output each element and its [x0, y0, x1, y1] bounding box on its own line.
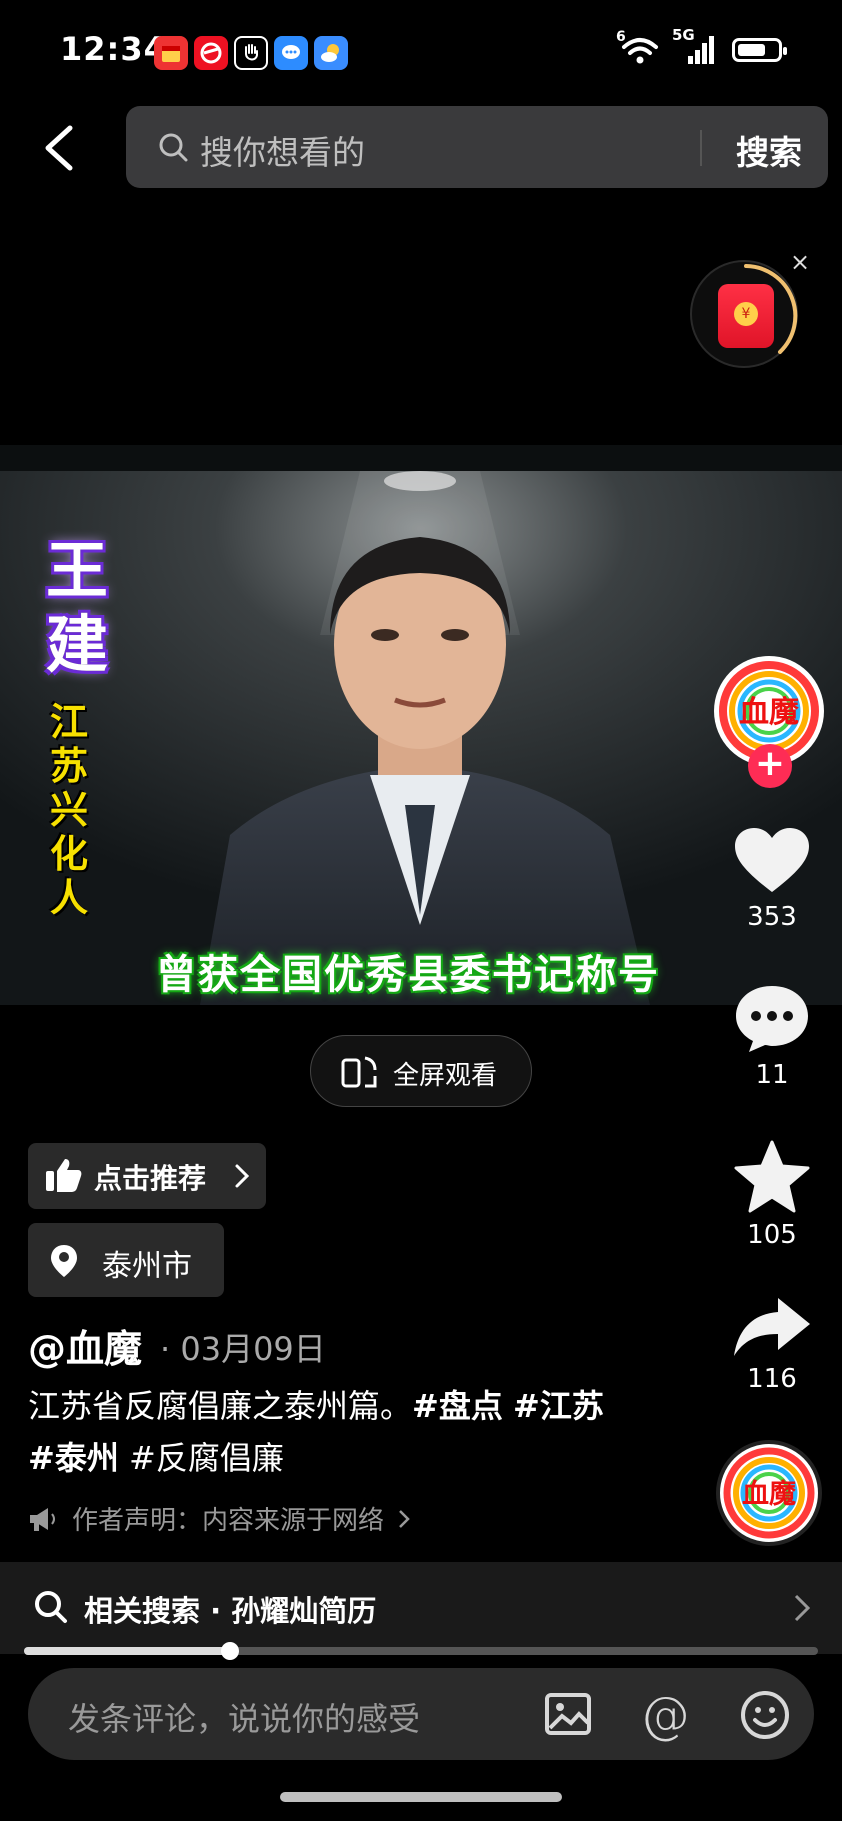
status-right: 6 5G: [616, 26, 787, 66]
like-button[interactable]: 353: [726, 826, 818, 932]
hashtag[interactable]: #盘点: [412, 1387, 503, 1425]
avatar-text: 血魔: [739, 695, 799, 730]
status-time: 12:34: [60, 30, 167, 68]
search-icon: [159, 133, 188, 162]
wifi-icon: 6: [616, 29, 660, 65]
close-icon[interactable]: ×: [790, 248, 810, 276]
favorite-button[interactable]: 105: [726, 1140, 818, 1250]
related-search-text: 相关搜索 · 孙耀灿简历: [84, 1594, 377, 1628]
mention-icon[interactable]: @: [640, 1686, 690, 1744]
comment-count: 11: [755, 1060, 789, 1090]
calendar-app-icon: [154, 36, 188, 70]
location-label: 泰州市: [102, 1249, 192, 1284]
share-count: 116: [747, 1364, 797, 1394]
news-app-icon: [194, 36, 228, 70]
search-icon: [35, 1591, 67, 1623]
overlay-origin-char: 化: [50, 832, 89, 876]
search-input[interactable]: 搜你想看的 搜索: [126, 106, 828, 188]
hashtag[interactable]: #反腐倡廉: [129, 1439, 284, 1477]
share-button[interactable]: 116: [726, 1296, 818, 1394]
recommend-label: 点击推荐: [94, 1162, 207, 1195]
comment-button[interactable]: 11: [726, 982, 818, 1090]
red-packet-widget[interactable]: ¥: [690, 260, 798, 368]
comment-bubble-icon: [736, 986, 808, 1052]
chevron-right-icon: [794, 1594, 811, 1622]
music-disc[interactable]: 血魔: [716, 1440, 822, 1546]
post-description: 江苏省反腐倡廉之泰州篇。#盘点 #江苏 #泰州 #反腐倡廉: [28, 1380, 628, 1484]
music-disc-logo: 血魔: [723, 1447, 815, 1539]
comment-placeholder: 发条评论，说说你的感受: [68, 1700, 421, 1738]
overlay-origin-char: 兴: [50, 788, 89, 832]
megaphone-icon: [30, 1507, 55, 1531]
red-envelope-icon: ¥: [718, 284, 774, 348]
search-placeholder: 搜你想看的: [200, 133, 365, 172]
overlay-name-char: 王: [46, 534, 109, 607]
hashtag[interactable]: #江苏: [513, 1387, 604, 1425]
search-button[interactable]: 搜索: [736, 126, 802, 174]
overlay-origin-char: 江: [50, 700, 89, 744]
fullscreen-button[interactable]: 全屏观看: [310, 1035, 532, 1107]
back-button[interactable]: [38, 120, 82, 176]
statement-text: 作者声明：内容来源于网络: [72, 1506, 385, 1536]
video-caption: 曾获全国优秀县委书记称号: [156, 952, 660, 998]
weather-app-icon: [314, 36, 348, 70]
location-chip[interactable]: 泰州市: [28, 1223, 224, 1297]
yuan-seal: ¥: [734, 302, 758, 326]
recommend-button[interactable]: 点击推荐: [28, 1143, 266, 1209]
overlay-origin-char: 人: [50, 876, 89, 920]
related-search-bar[interactable]: 相关搜索 · 孙耀灿简历: [0, 1562, 842, 1654]
progress-fill: [24, 1647, 231, 1655]
hand-app-icon: [234, 36, 268, 70]
disc-text: 血魔: [742, 1479, 796, 1510]
post-date: · 03月09日: [160, 1330, 326, 1368]
author-statement[interactable]: 作者声明：内容来源于网络: [28, 1500, 410, 1537]
emoji-icon[interactable]: [740, 1690, 790, 1740]
thumbs-up-icon: [46, 1159, 82, 1192]
overlay-name-char: 建: [46, 608, 109, 681]
progress-thumb[interactable]: [221, 1642, 240, 1660]
hashtag[interactable]: #泰州: [28, 1439, 119, 1477]
favorite-count: 105: [747, 1220, 797, 1250]
video-progress-bar[interactable]: [24, 1642, 818, 1660]
home-indicator[interactable]: [280, 1792, 562, 1802]
location-pin-icon: [51, 1245, 77, 1277]
message-app-icon: [274, 36, 308, 70]
chevron-right-icon: [235, 1164, 250, 1188]
fullscreen-label: 全屏观看: [393, 1061, 498, 1091]
chevron-left-icon: [45, 125, 73, 171]
video-overlay-name: 王 建: [46, 535, 108, 681]
description-text: 江苏省反腐倡廉之泰州篇。: [28, 1387, 413, 1425]
battery-icon: [732, 38, 787, 62]
share-arrow-icon: [734, 1298, 810, 1356]
image-icon[interactable]: [544, 1690, 592, 1738]
overlay-origin-char: 苏: [50, 744, 89, 788]
search-divider: [700, 130, 702, 166]
follow-button[interactable]: +: [748, 744, 792, 788]
heart-icon: [735, 828, 809, 892]
star-icon: [734, 1140, 810, 1213]
like-count: 353: [747, 902, 797, 932]
cellular-signal-icon: 5G: [672, 26, 718, 66]
video-overlay-origin: 江 苏 兴 化 人: [50, 700, 88, 920]
chevron-right-icon: [399, 1509, 410, 1528]
rotate-phone-icon: [341, 1056, 377, 1088]
author-name[interactable]: @血魔: [28, 1318, 142, 1373]
comment-input[interactable]: 发条评论，说说你的感受 @: [28, 1668, 814, 1760]
